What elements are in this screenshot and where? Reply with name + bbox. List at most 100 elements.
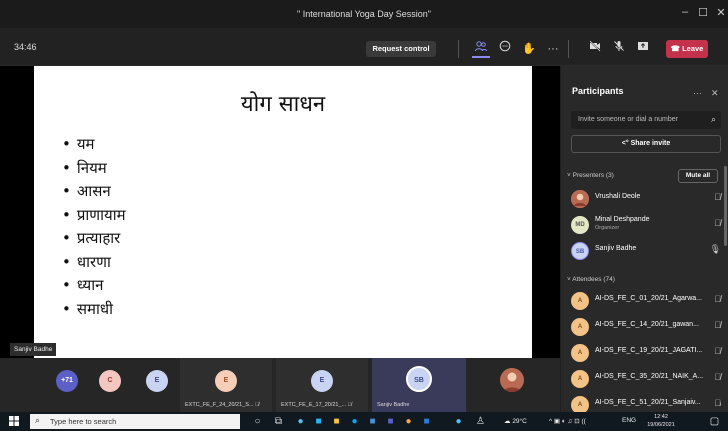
avatar: A [571,370,589,388]
tile-name: EXTC_FE_E_17_20/21_... 🎙̸ [281,402,352,408]
close-icon[interactable]: ✕ [713,6,728,19]
windows-logo-glyph [9,416,19,426]
more-options-icon[interactable]: ··· [544,40,562,58]
participant-name: Minal Deshpande [595,216,650,223]
meeting-toolbar: 34:46 Request control ✋ ··· ☎ Leave [0,28,728,66]
participant-row[interactable]: A AI-DS_FE_C_51_20/21_Sanjaiv... 🎙̸ [571,394,721,412]
teams-icon[interactable]: ■ [384,415,397,428]
panel-scrollbar[interactable] [724,166,727,246]
attendees-header[interactable]: ˅ Attendees (74) [567,276,615,283]
presenter-name-tag: Sanjiv Badhe [10,343,57,356]
mic-off-icon: 🎙̸ [714,398,721,408]
clock-time: 12:42 [654,414,668,420]
avatar: SB [571,242,589,260]
chrome-icon[interactable]: ● [402,415,415,428]
avatar: A [571,318,589,336]
video-tile-active[interactable]: SB Sanjiv Badhe [372,358,466,412]
leave-label: Leave [682,44,704,53]
mute-all-button[interactable]: Mute all [678,169,718,183]
maximize-icon[interactable]: ☐ [695,6,711,19]
presenters-header[interactable]: ˅ Presenters (3) [567,172,614,179]
participant-name: AI-DS_FE_C_35_20/21_NAIK_A... [595,373,704,380]
edge-icon[interactable]: ● [294,415,307,428]
participant-name: AI-DS_FE_C_51_20/21_Sanjaiv... [595,399,701,406]
share-invite-button[interactable]: <° Share invite [571,135,721,153]
cortana-icon[interactable]: ○ [251,415,264,428]
reactions-icon[interactable]: ✋ [520,40,538,58]
participant-role: Organizer [595,225,620,231]
app-icon[interactable]: ● [452,415,465,428]
video-tile[interactable]: E EXTC_FE_E_17_20/21_... 🎙̸ [276,358,368,412]
participant-row[interactable]: MD Minal Deshpande Organizer 🎙̸ [571,214,721,238]
share-screen-icon[interactable] [634,40,652,58]
people-icon[interactable]: ♙ [474,415,487,428]
share-icon: <° [621,140,631,147]
panel-more-icon[interactable]: ··· [693,88,702,98]
avatar: MD [571,216,589,234]
participant-row[interactable]: SB Sanjiv Badhe 🎙 [571,240,721,264]
mic-off-icon: 🎙̸ [255,402,260,408]
avatar-photo [571,190,589,208]
minimize-icon[interactable]: – [677,6,693,18]
avatar[interactable]: E [146,370,168,392]
weather-indicator[interactable]: ☁ 29°C [504,417,527,425]
share-screen-glyph [638,42,648,50]
slide-bullet: • समाधी [62,299,113,318]
avatar: E [311,370,333,392]
video-tile[interactable]: E EXTC_FE_F_24_20/21_S... 🎙̸ [180,358,272,412]
search-icon: ⌕ [710,114,716,124]
word-icon[interactable]: ■ [420,415,433,428]
slide-bullet: • धारणा [62,252,111,271]
slide-bullet: • नियम [62,158,107,177]
avatar: A [571,396,589,412]
avatar-photo-glyph [500,368,524,392]
mic-off-icon[interactable] [610,40,628,58]
phone-hangup-icon: ☎ [670,44,683,53]
avatar: SB [406,366,432,392]
participant-name: AI-DS_FE_C_14_20/21_gawan... [595,321,699,328]
participant-row[interactable]: A AI-DS_FE_C_35_20/21_NAIK_A... 🎙̸ [571,368,721,392]
task-view-icon[interactable]: ⧉ [272,415,285,428]
participant-name: AI-DS_FE_C_19_20/21_JAGATI... [595,347,703,354]
window-title: " International Yoga Day Session" [297,9,431,19]
meeting-timer: 34:46 [14,42,37,52]
chat-icon[interactable] [496,40,514,58]
slide-title: योग साधन [240,92,326,117]
participant-row[interactable]: A AI-DS_FE_C_19_20/21_JAGATI... 🎙̸ [571,342,721,366]
toolbar-divider-2 [568,40,569,58]
participant-row[interactable]: A AI-DS_FE_C_01_20/21_Agarwa... 🎙̸ [571,290,721,314]
store-icon[interactable]: ■ [312,415,325,428]
chat-icon-glyph [499,40,511,52]
browser-icon[interactable]: ● [348,415,361,428]
avatar: A [571,292,589,310]
participant-name: Sanjiv Badhe [595,245,637,252]
windows-start-icon[interactable] [9,416,19,429]
taskbar-search-input[interactable]: ⌕ Type here to search [30,414,240,429]
avatar-photo[interactable] [500,368,524,392]
mic-off-glyph [614,41,624,51]
overflow-count-badge[interactable]: +71 [56,370,78,392]
panel-close-icon[interactable]: ✕ [711,88,719,99]
slide-bullet: • आसन [62,182,111,200]
notifications-icon[interactable]: ▢ [708,415,721,428]
shared-screen-stage: योग साधन • यम • नियम • आसन • प्राणायाम • प्रत… [0,66,560,358]
mic-off-icon: 🎙̸ [714,346,721,356]
file-explorer-icon[interactable]: ■ [330,415,343,428]
tile-name: Sanjiv Badhe [377,402,410,408]
share-invite-label: Share invite [630,140,671,147]
participant-row[interactable]: A AI-DS_FE_C_14_20/21_gawan... 🎙̸ [571,316,721,340]
language-indicator[interactable]: ENG [622,417,636,424]
toolbar-divider [458,40,459,58]
invite-input[interactable]: Invite someone or dial a number ⌕ [571,111,721,129]
mail-icon[interactable]: ■ [366,415,379,428]
request-control-button[interactable]: Request control [366,41,436,57]
camera-off-icon[interactable] [586,40,604,58]
mic-off-icon: 🎙̸ [714,372,721,382]
people-icon[interactable] [472,40,490,58]
clock[interactable]: 12:42 19/06/2021 [641,413,681,429]
system-tray-icons[interactable]: ^ ▣ ◐ ♫ ⊡ (( [549,417,586,425]
participant-name: AI-DS_FE_C_01_20/21_Agarwa... [595,295,703,302]
leave-button[interactable]: ☎ Leave [666,40,708,58]
avatar[interactable]: C [99,370,121,392]
participant-row[interactable]: Vrushali Deole 🎙̸ [571,188,721,212]
